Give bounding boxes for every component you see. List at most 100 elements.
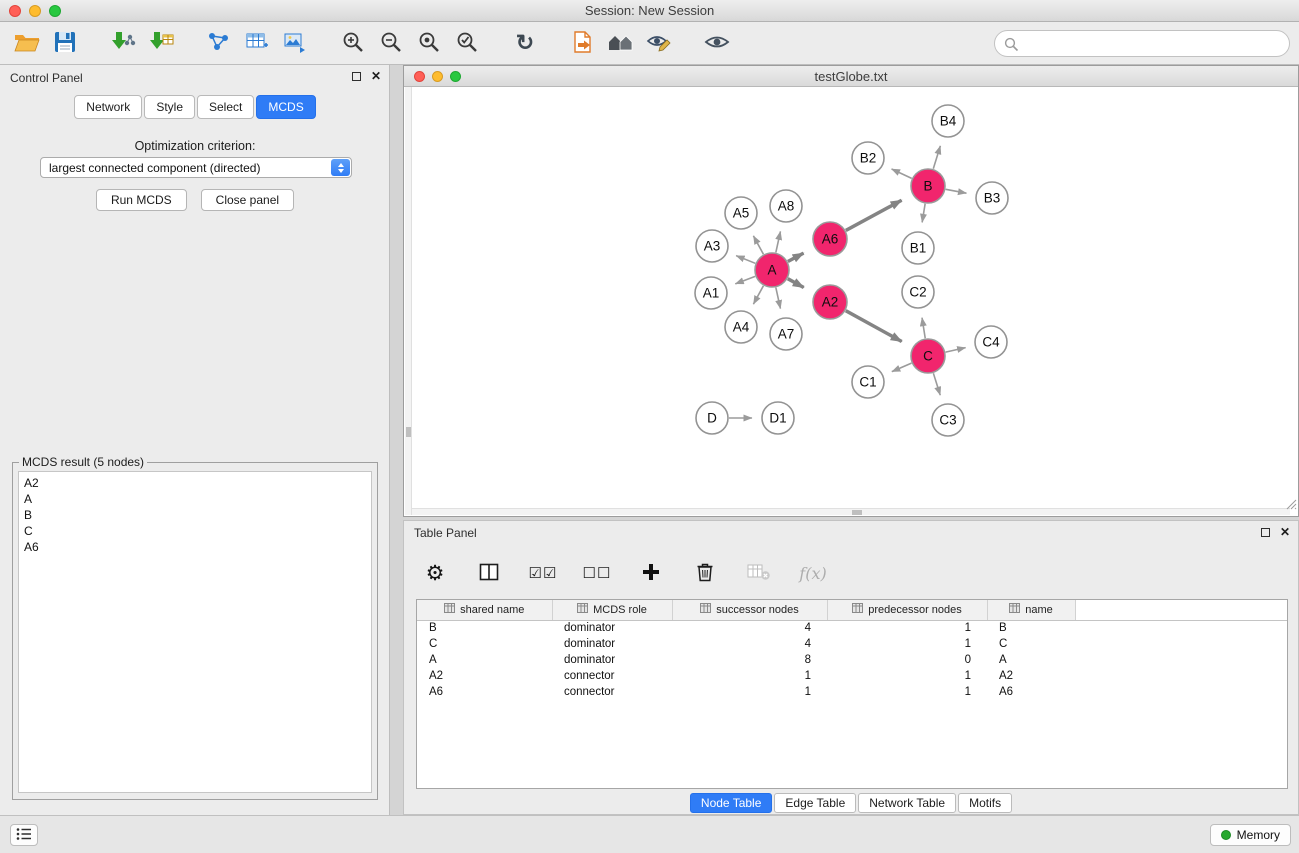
cell[interactable]: dominator xyxy=(552,652,672,668)
cell[interactable]: 1 xyxy=(827,668,987,684)
zoom-fit-button[interactable] xyxy=(412,26,446,60)
cell[interactable]: connector xyxy=(552,684,672,700)
tab-edge-table[interactable]: Edge Table xyxy=(774,793,856,813)
graph-edge-B-B3[interactable] xyxy=(946,189,967,193)
tab-style[interactable]: Style xyxy=(144,95,195,119)
import-network-button[interactable] xyxy=(106,26,140,60)
cell[interactable]: B xyxy=(987,620,1075,636)
table-row-a2[interactable]: A2connector11A2 xyxy=(417,668,1288,684)
table-row-a6[interactable]: A6connector11A6 xyxy=(417,684,1288,700)
graph-node-B2[interactable]: B2 xyxy=(852,142,884,174)
graph-node-C2[interactable]: C2 xyxy=(902,276,934,308)
graph-node-A2[interactable]: A2 xyxy=(813,285,847,319)
graph-edge-A2-C[interactable] xyxy=(846,311,902,342)
tab-node-table[interactable]: Node Table xyxy=(690,793,773,813)
column-header-shared-name[interactable]: shared name xyxy=(417,600,552,620)
graph-node-C3[interactable]: C3 xyxy=(932,404,964,436)
horizontal-scroll-thumb[interactable] xyxy=(852,510,862,515)
result-item-a2[interactable]: A2 xyxy=(24,475,366,491)
graph-node-A4[interactable]: A4 xyxy=(725,311,757,343)
graph-node-C1[interactable]: C1 xyxy=(852,366,884,398)
close-panel-button[interactable]: Close panel xyxy=(201,189,294,211)
tab-network[interactable]: Network xyxy=(74,95,142,119)
float-table-panel-icon[interactable] xyxy=(1261,528,1270,537)
cell[interactable]: A6 xyxy=(987,684,1075,700)
unselect-all-columns-button[interactable]: ☐☐ xyxy=(580,558,614,588)
vertical-scrollbar[interactable] xyxy=(405,87,412,515)
annotations-button[interactable] xyxy=(642,26,676,60)
save-session-button[interactable] xyxy=(48,26,82,60)
task-history-button[interactable] xyxy=(10,824,38,846)
result-item-c[interactable]: C xyxy=(24,523,366,539)
cell[interactable]: connector xyxy=(552,668,672,684)
graph-edge-C-C3[interactable] xyxy=(933,373,940,395)
apply-style-button[interactable] xyxy=(566,26,600,60)
cell[interactable]: A xyxy=(987,652,1075,668)
cell[interactable]: 1 xyxy=(827,684,987,700)
select-all-columns-button[interactable]: ☑☑ xyxy=(526,558,560,588)
result-item-a[interactable]: A xyxy=(24,491,366,507)
add-table-button[interactable] xyxy=(240,26,274,60)
graph-node-B1[interactable]: B1 xyxy=(902,232,934,264)
graph-edge-B-B2[interactable] xyxy=(892,169,912,178)
close-panel-icon[interactable]: ✕ xyxy=(371,70,381,82)
cell[interactable]: dominator xyxy=(552,620,672,636)
float-panel-icon[interactable] xyxy=(352,72,361,81)
column-header-MCDS-role[interactable]: MCDS role xyxy=(552,600,672,620)
graph-edge-A-A6[interactable] xyxy=(788,253,804,261)
close-window-button[interactable] xyxy=(9,5,21,17)
cell[interactable]: 8 xyxy=(672,652,827,668)
minimize-window-button[interactable] xyxy=(29,5,41,17)
function-builder-button[interactable]: f(x) xyxy=(796,558,830,588)
run-mcds-button[interactable]: Run MCDS xyxy=(96,189,187,211)
graph-edge-A6-B[interactable] xyxy=(846,200,902,230)
table-row-a[interactable]: Adominator80A xyxy=(417,652,1288,668)
column-header-predecessor-nodes[interactable]: predecessor nodes xyxy=(827,600,987,620)
graph-edge-A-A3[interactable] xyxy=(736,256,755,264)
cell[interactable]: A xyxy=(417,652,552,668)
delete-column-button[interactable] xyxy=(688,558,722,588)
export-image-button[interactable] xyxy=(278,26,312,60)
graph-node-A8[interactable]: A8 xyxy=(770,190,802,222)
graph-edge-B-B4[interactable] xyxy=(933,146,940,169)
cell[interactable]: A2 xyxy=(417,668,552,684)
vertical-scroll-thumb[interactable] xyxy=(406,427,411,437)
graph-node-A[interactable]: A xyxy=(755,253,789,287)
network-canvas[interactable]: B4B2BB3A5A8A6B1A3AC2A1A2A4A7C4CC1C3DD1 xyxy=(404,87,1298,516)
graph-node-A7[interactable]: A7 xyxy=(770,318,802,350)
graph-edge-C-C2[interactable] xyxy=(922,318,925,339)
cell[interactable]: 1 xyxy=(672,684,827,700)
minimize-network-window-button[interactable] xyxy=(432,71,443,82)
graph-node-C[interactable]: C xyxy=(911,339,945,373)
graph-edge-C-C4[interactable] xyxy=(946,348,966,352)
cell[interactable]: A2 xyxy=(987,668,1075,684)
close-network-window-button[interactable] xyxy=(414,71,425,82)
tab-mcds[interactable]: MCDS xyxy=(256,95,315,119)
new-network-button[interactable] xyxy=(202,26,236,60)
delete-table-button[interactable] xyxy=(742,558,776,588)
show-hide-graphics-button[interactable] xyxy=(700,26,734,60)
cell[interactable]: 1 xyxy=(672,668,827,684)
refresh-view-button[interactable]: ↻ xyxy=(508,26,542,60)
open-session-button[interactable] xyxy=(10,26,44,60)
tab-network-table[interactable]: Network Table xyxy=(858,793,956,813)
zoom-out-button[interactable] xyxy=(374,26,408,60)
cell[interactable]: C xyxy=(987,636,1075,652)
cell[interactable]: 1 xyxy=(827,636,987,652)
cell[interactable]: C xyxy=(417,636,552,652)
close-table-panel-icon[interactable]: ✕ xyxy=(1280,526,1290,538)
graph-edge-A-A4[interactable] xyxy=(753,286,763,304)
graph-node-A6[interactable]: A6 xyxy=(813,222,847,256)
zoom-network-window-button[interactable] xyxy=(450,71,461,82)
result-item-b[interactable]: B xyxy=(24,507,366,523)
create-column-button[interactable] xyxy=(634,558,668,588)
cell[interactable]: B xyxy=(417,620,552,636)
first-neighbors-button[interactable] xyxy=(604,26,638,60)
graph-node-B3[interactable]: B3 xyxy=(976,182,1008,214)
table-row-b[interactable]: Bdominator41B xyxy=(417,620,1288,636)
memory-button[interactable]: Memory xyxy=(1210,824,1291,846)
graph-node-B[interactable]: B xyxy=(911,169,945,203)
search-input[interactable] xyxy=(1021,32,1283,55)
zoom-in-button[interactable] xyxy=(336,26,370,60)
show-columns-button[interactable] xyxy=(472,558,506,588)
